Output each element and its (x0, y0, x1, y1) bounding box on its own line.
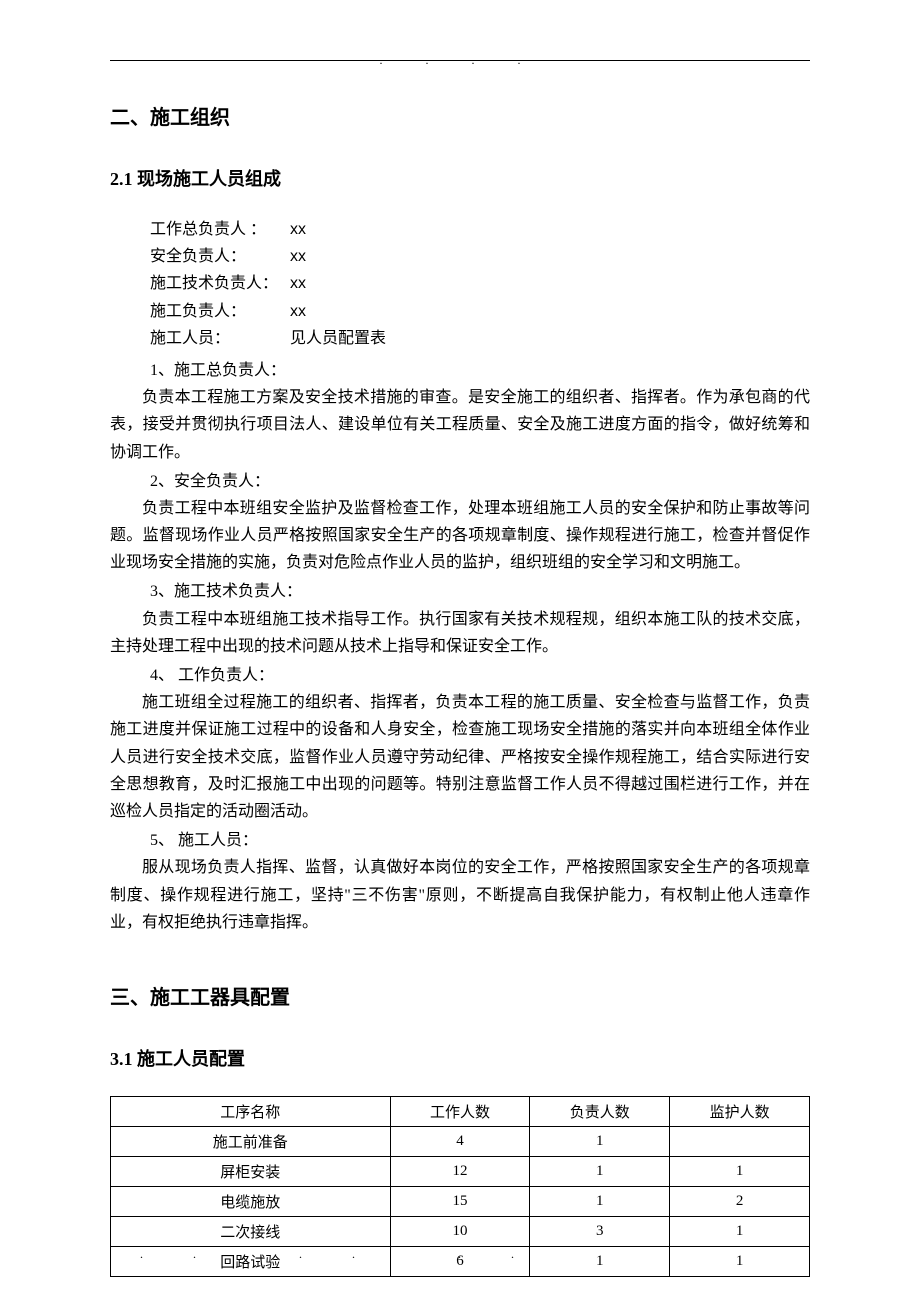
table-header-row: 工序名称 工作人数 负责人数 监护人数 (111, 1096, 810, 1126)
personnel-item: 安全负责人： xx (150, 243, 810, 270)
table-row: 屏柜安装 12 1 1 (111, 1156, 810, 1186)
personnel-list: 工作总负责人 ： xx 安全负责人： xx 施工技术负责人： xx 施工负责人：… (110, 216, 810, 352)
footer-dots: .. .. .. (140, 1247, 564, 1262)
section-2-1-title: 2.1 现场施工人员组成 (110, 165, 810, 191)
personnel-label: 安全负责人： (150, 243, 290, 270)
role-2-title: 2、安全负责人： (110, 468, 810, 495)
table-cell: 3 (530, 1216, 670, 1246)
table-cell (670, 1126, 810, 1156)
role-5-title: 5、 施工人员： (110, 827, 810, 854)
personnel-value: xx (290, 298, 306, 325)
role-2-desc: 负责工程中本班组安全监护及监督检查工作，处理本班组施工人员的安全保护和防止事故等… (110, 495, 810, 577)
personnel-value: xx (290, 216, 306, 243)
personnel-label: 施工负责人： (150, 298, 290, 325)
table-cell: 12 (390, 1156, 530, 1186)
personnel-value: xx (290, 243, 306, 270)
table-cell: 4 (390, 1126, 530, 1156)
table-cell: 2 (670, 1186, 810, 1216)
section-2-title: 二、施工组织 (110, 101, 810, 130)
table-cell: 1 (530, 1126, 670, 1156)
personnel-value: xx (290, 270, 306, 297)
table-header: 工作人数 (390, 1096, 530, 1126)
table-row: 二次接线 10 3 1 (111, 1216, 810, 1246)
personnel-item: 工作总负责人 ： xx (150, 216, 810, 243)
table-cell: 电缆施放 (111, 1186, 391, 1216)
role-4-desc: 施工班组全过程施工的组织者、指挥者，负责本工程的施工质量、安全检查与监督工作，负… (110, 689, 810, 825)
table-cell: 1 (530, 1156, 670, 1186)
personnel-label: 施工人员： (150, 325, 290, 352)
role-5-desc: 服从现场负责人指挥、监督，认真做好本岗位的安全工作，严格按照国家安全生产的各项规… (110, 854, 810, 936)
role-1-title: 1、施工总负责人： (110, 357, 810, 384)
role-4-title: 4、 工作负责人： (110, 662, 810, 689)
personnel-label: 工作总负责人 ： (150, 216, 290, 243)
personnel-value: 见人员配置表 (290, 325, 386, 352)
table-row: 施工前准备 4 1 (111, 1126, 810, 1156)
table-cell: 1 (530, 1186, 670, 1216)
personnel-item: 施工人员： 见人员配置表 (150, 325, 810, 352)
table-header: 负责人数 (530, 1096, 670, 1126)
table-cell: 1 (670, 1246, 810, 1276)
role-3-desc: 负责工程中本班组施工技术指导工作。执行国家有关技术规程规，组织本施工队的技术交底… (110, 606, 810, 660)
table-cell: 1 (670, 1156, 810, 1186)
table-cell: 1 (670, 1216, 810, 1246)
table-cell: 10 (390, 1216, 530, 1246)
personnel-item: 施工负责人： xx (150, 298, 810, 325)
personnel-item: 施工技术负责人： xx (150, 270, 810, 297)
section-3-1-title: 3.1 施工人员配置 (110, 1045, 810, 1071)
table-cell: 二次接线 (111, 1216, 391, 1246)
table-row: 电缆施放 15 1 2 (111, 1186, 810, 1216)
table-cell: 施工前准备 (111, 1126, 391, 1156)
table-header: 监护人数 (670, 1096, 810, 1126)
table-cell: 屏柜安装 (111, 1156, 391, 1186)
role-3-title: 3、施工技术负责人： (110, 578, 810, 605)
personnel-label: 施工技术负责人： (150, 270, 290, 297)
table-header: 工序名称 (111, 1096, 391, 1126)
section-3-title: 三、施工工器具配置 (110, 981, 810, 1010)
role-1-desc: 负责本工程施工方案及安全技术措施的审查。是安全施工的组织者、指挥者。作为承包商的… (110, 384, 810, 466)
table-cell: 15 (390, 1186, 530, 1216)
header-divider: . . . . (110, 60, 810, 61)
header-marks: . . . . (110, 53, 810, 68)
